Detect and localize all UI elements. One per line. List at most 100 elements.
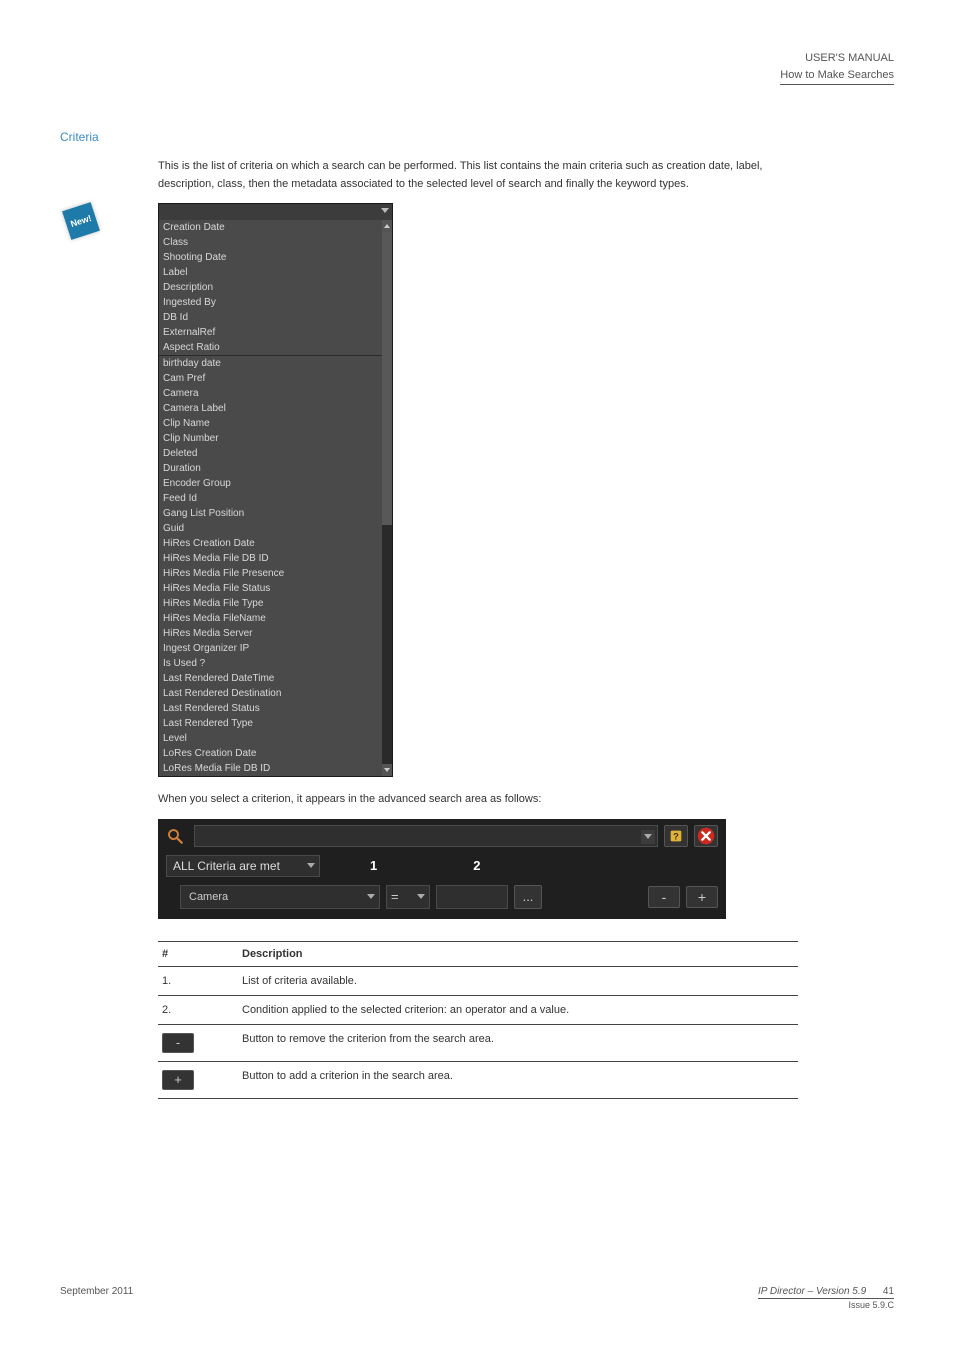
new-badge-text: New! (69, 213, 93, 229)
minus-icon: - (162, 1033, 194, 1053)
section-title: Criteria (60, 130, 894, 144)
scroll-track[interactable] (382, 232, 392, 764)
dropdown-item[interactable]: Last Rendered DateTime (159, 671, 382, 686)
dropdown-item[interactable]: HiRes Media File Status (159, 581, 382, 596)
chevron-down-icon (307, 863, 315, 868)
table-cell-desc: Condition applied to the selected criter… (238, 995, 798, 1024)
dropdown-item[interactable]: HiRes Media File Presence (159, 566, 382, 581)
table-row: - Button to remove the criterion from th… (158, 1024, 798, 1061)
footer-product: IP Director – Version 5.9 (758, 1286, 866, 1297)
criteria-logic-label: ALL Criteria are met (173, 859, 280, 873)
dropdown-item[interactable]: LoRes Media File DB ID (159, 761, 382, 776)
criteria-bar-figure: ? ALL Criteria are met 1 2 Camera = (158, 819, 894, 919)
footer-page: 41 (883, 1286, 894, 1297)
dropdown-item[interactable]: Shooting Date (159, 250, 382, 265)
dropdown-list-group1: Creation DateClassShooting DateLabelDesc… (159, 220, 392, 355)
table-header-row: # Description (158, 941, 798, 966)
criteria-logic-select[interactable]: ALL Criteria are met (166, 855, 320, 877)
paragraph-2: When you select a criterion, it appears … (158, 791, 798, 809)
table-cell-desc: Button to remove the criterion from the … (238, 1024, 798, 1061)
chevron-down-icon[interactable] (641, 830, 655, 844)
footer-issue: Issue 5.9.C (758, 1298, 894, 1310)
dropdown-item[interactable]: Label (159, 265, 382, 280)
dropdown-item[interactable]: Class (159, 235, 382, 250)
dropdown-item[interactable]: Cam Pref (159, 371, 382, 386)
operator-label: = (391, 889, 399, 904)
dropdown-item[interactable]: Ingested By (159, 295, 382, 310)
plus-icon: + (162, 1070, 194, 1090)
chevron-down-icon (417, 894, 425, 899)
criterion-select[interactable]: Camera (180, 885, 380, 909)
table-header-num: # (158, 941, 238, 966)
criteria-row-logic: ALL Criteria are met 1 2 (166, 855, 718, 877)
dropdown-item[interactable]: HiRes Media FileName (159, 611, 382, 626)
annotation-number-2: 2 (473, 858, 480, 873)
help-button[interactable]: ? (664, 825, 688, 847)
page-footer: September 2011 IP Director – Version 5.9… (60, 1286, 894, 1310)
dropdown-item[interactable]: Last Rendered Status (159, 701, 382, 716)
table-cell-btn: - (158, 1024, 238, 1061)
chevron-down-icon (367, 894, 375, 899)
dropdown-item[interactable]: Deleted (159, 446, 382, 461)
remove-criterion-button[interactable]: - (648, 886, 680, 908)
dropdown-item[interactable]: HiRes Creation Date (159, 536, 382, 551)
dropdown-list-group2: birthday dateCam PrefCameraCamera LabelC… (159, 355, 392, 776)
dropdown-item[interactable]: birthday date (159, 356, 382, 371)
annotation-number-1: 1 (370, 858, 377, 873)
dropdown-item[interactable]: ExternalRef (159, 325, 382, 340)
new-badge: New! (62, 202, 100, 240)
table-cell-num: 1. (158, 966, 238, 995)
clear-button[interactable] (694, 825, 718, 847)
dropdown-item[interactable]: Is Used ? (159, 656, 382, 671)
dropdown-item[interactable]: DB Id (159, 310, 382, 325)
dropdown-item[interactable]: Last Rendered Type (159, 716, 382, 731)
criteria-row-search: ? (166, 825, 718, 847)
search-field[interactable] (194, 825, 658, 847)
dropdown-item[interactable]: Ingest Organizer IP (159, 641, 382, 656)
dropdown-item[interactable]: Description (159, 280, 382, 295)
dropdown-item[interactable]: Creation Date (159, 220, 382, 235)
svg-text:?: ? (673, 831, 679, 841)
criteria-dropdown-figure: Creation DateClassShooting DateLabelDesc… (158, 203, 894, 777)
dropdown-item[interactable]: Camera Label (159, 401, 382, 416)
scrollbar[interactable] (382, 220, 392, 776)
dropdown-item[interactable]: Gang List Position (159, 506, 382, 521)
dropdown-item[interactable]: Clip Number (159, 431, 382, 446)
dropdown-item[interactable]: Aspect Ratio (159, 340, 382, 355)
dropdown-item[interactable]: Last Rendered Destination (159, 686, 382, 701)
dropdown-item[interactable]: Duration (159, 461, 382, 476)
table-cell-num: 2. (158, 995, 238, 1024)
criteria-panel: ? ALL Criteria are met 1 2 Camera = (158, 819, 726, 919)
add-criterion-button[interactable]: + (686, 886, 718, 908)
table-row: 1. List of criteria available. (158, 966, 798, 995)
chevron-down-icon (381, 208, 389, 213)
value-input[interactable] (436, 885, 508, 909)
scroll-down-icon[interactable] (382, 764, 392, 776)
new-badge-patch: New! (62, 202, 100, 240)
criteria-description-table: # Description 1. List of criteria availa… (158, 941, 798, 1099)
table-cell-btn: + (158, 1061, 238, 1098)
dropdown-item[interactable]: Clip Name (159, 416, 382, 431)
table-cell-desc: Button to add a criterion in the search … (238, 1061, 798, 1098)
dropdown-item[interactable]: LoRes Creation Date (159, 746, 382, 761)
dropdown-item[interactable]: Level (159, 731, 382, 746)
dropdown-item[interactable]: HiRes Media Server (159, 626, 382, 641)
scroll-thumb[interactable] (382, 232, 392, 525)
table-cell-desc: List of criteria available. (238, 966, 798, 995)
criteria-dropdown-header[interactable] (159, 204, 392, 220)
header-right: USER'S MANUAL How to Make Searches (780, 50, 894, 85)
scroll-up-icon[interactable] (382, 220, 392, 232)
criteria-row-condition: Camera = ... - + (166, 885, 718, 909)
table-row: 2. Condition applied to the selected cri… (158, 995, 798, 1024)
criterion-label: Camera (189, 891, 228, 903)
dropdown-item[interactable]: HiRes Media File DB ID (159, 551, 382, 566)
dropdown-item[interactable]: Guid (159, 521, 382, 536)
dropdown-item[interactable]: Camera (159, 386, 382, 401)
browse-button[interactable]: ... (514, 885, 542, 909)
operator-select[interactable]: = (386, 885, 430, 909)
dropdown-item[interactable]: Encoder Group (159, 476, 382, 491)
dropdown-item[interactable]: Feed Id (159, 491, 382, 506)
table-header-desc: Description (238, 941, 798, 966)
dropdown-item[interactable]: HiRes Media File Type (159, 596, 382, 611)
table-row: + Button to add a criterion in the searc… (158, 1061, 798, 1098)
